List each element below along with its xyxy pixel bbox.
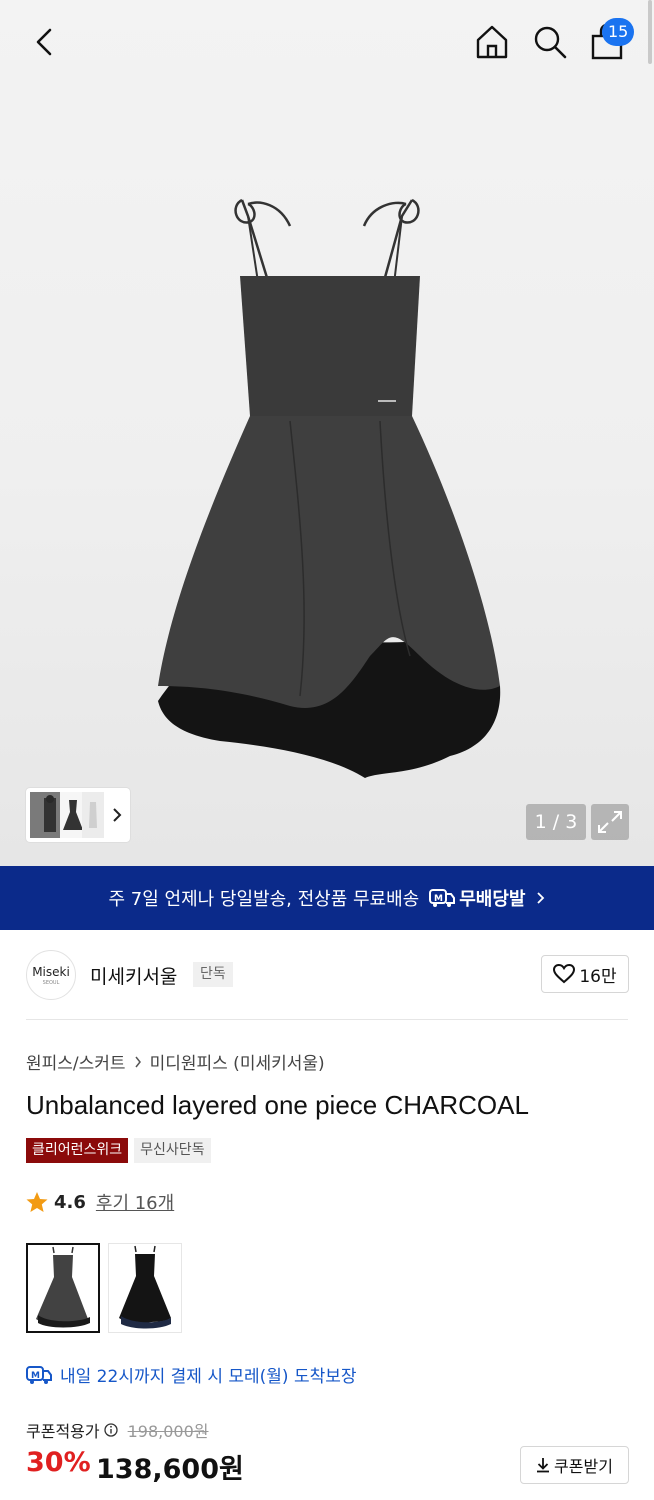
arrival-text: 내일 22시까지 결제 시 모레(월) 도착보장 [60,1367,357,1387]
download-icon [537,1458,550,1473]
like-count: 16만 [579,966,617,987]
chevron-right-icon[interactable] [110,804,124,826]
banner-logo-label: 무배당발 [459,889,526,910]
image-pager: 1 / 3 [526,804,586,840]
coupon-price-label: 쿠폰적용가 198,000원 [26,1418,209,1442]
search-button[interactable] [530,22,570,62]
brand-name[interactable]: 미세키서울 [90,962,177,989]
color-option-black[interactable] [108,1243,182,1333]
image-thumbnail-strip[interactable] [26,788,130,842]
banner-text: 주 7일 언제나 당일발송, 전상품 무료배송 [108,889,420,910]
expand-button[interactable] [591,804,629,840]
top-navigation-bar: 15 [0,0,654,84]
exclusive-badge: 무신사단독 [134,1138,211,1163]
arrival-guarantee[interactable]: M 내일 22시까지 결제 시 모레(월) 도착보장 [26,1362,357,1387]
breadcrumb-subcategory[interactable]: 미디원피스 (미세키서울) [150,1049,325,1074]
delivery-truck-icon: M [429,889,456,907]
rating-score: 4.6 [54,1191,86,1213]
like-button[interactable]: 16만 [541,955,629,993]
delivery-truck-icon: M [26,1365,52,1384]
back-button[interactable] [28,22,64,62]
get-coupon-label: 쿠폰받기 [554,1457,613,1476]
original-price: 198,000원 [127,1422,209,1441]
info-icon[interactable] [103,1423,118,1437]
get-coupon-button[interactable]: 쿠폰받기 [520,1446,629,1484]
product-title: Unbalanced layered one piece CHARCOAL [26,1090,529,1120]
product-rating: 4.6 후기 16개 [26,1189,174,1215]
breadcrumb-category[interactable]: 원피스/스커트 [26,1049,126,1074]
search-icon [534,26,567,59]
delivery-promo-banner[interactable]: 주 7일 언제나 당일발송, 전상품 무료배송 M 무배당발 [0,866,654,930]
brand-logo-subtext: SEOUL [42,980,60,986]
breadcrumb: 원피스/스커트 미디원피스 (미세키서울) [26,1049,325,1074]
star-icon [26,1192,48,1212]
cart-count-badge: 15 [602,18,635,46]
brand-logo-text: Miseki [32,965,70,979]
color-option-charcoal[interactable] [26,1243,100,1333]
chevron-right-icon [134,1056,141,1067]
product-photo [158,198,501,778]
home-button[interactable] [472,22,512,62]
product-image-gallery[interactable]: 15 1 / 3 [0,0,654,866]
color-option-image [36,1246,90,1328]
home-icon [476,25,508,59]
back-arrow-icon [36,28,52,56]
brand-logo[interactable]: Miseki SEOUL [26,950,76,1000]
section-divider [26,1019,628,1020]
heart-icon [553,964,576,984]
final-price: 138,600원 [96,1454,244,1485]
clearance-badge: 클리어런스위크 [26,1138,129,1163]
exclusive-tag: 단독 [193,962,233,987]
free-delivery-logo: M 무배당발 [429,885,526,911]
svg-text:M: M [31,1371,40,1381]
chevron-right-icon [536,892,544,904]
discount-rate: 30% [26,1447,91,1478]
product-badges: 클리어런스위크 무신사단독 [26,1138,211,1163]
expand-icon [598,811,622,833]
coupon-price-text: 쿠폰적용가 [26,1422,100,1441]
color-option-image [119,1245,171,1329]
svg-text:M: M [434,894,443,904]
reviews-link[interactable]: 후기 16개 [96,1189,174,1215]
thumbnail-image[interactable] [82,792,104,838]
